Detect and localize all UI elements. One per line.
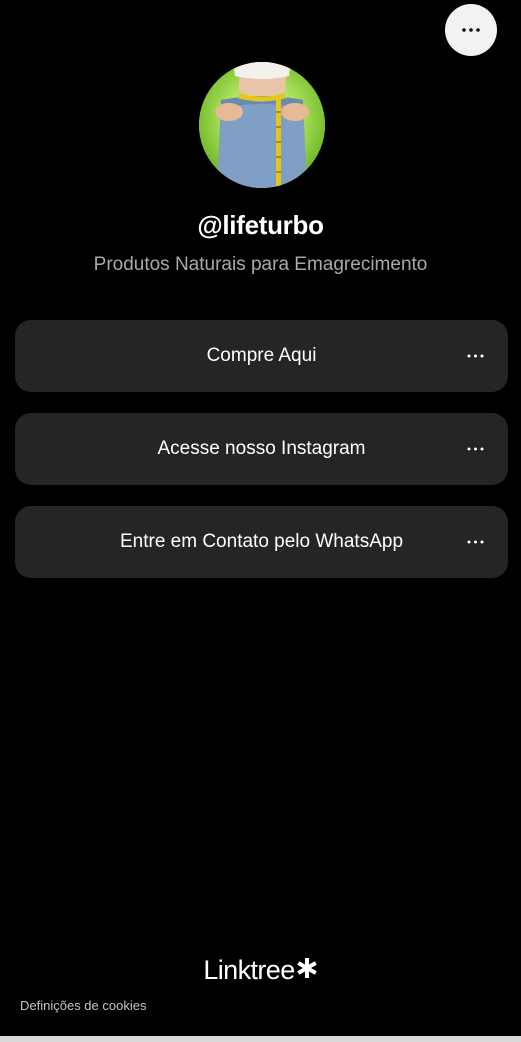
linktree-asterisk-icon	[296, 957, 317, 978]
ellipsis-icon	[462, 28, 480, 32]
logo-text: Linktree	[203, 955, 295, 985]
link-more-button[interactable]	[462, 529, 488, 555]
ellipsis-icon	[467, 354, 483, 358]
linktree-logo[interactable]: Linktree	[0, 955, 521, 986]
link-whatsapp[interactable]: Entre em Contato pelo WhatsApp	[15, 506, 508, 578]
link-instagram[interactable]: Acesse nosso Instagram	[15, 413, 508, 485]
profile-avatar	[199, 62, 325, 188]
ellipsis-icon	[467, 447, 483, 451]
ellipsis-icon	[467, 540, 483, 544]
profile-username: @lifeturbo	[197, 210, 324, 240]
cookie-settings-link[interactable]: Definições de cookies	[20, 998, 146, 1013]
link-label: Entre em Contato pelo WhatsApp	[119, 531, 404, 552]
share-menu-button[interactable]	[445, 4, 497, 56]
link-more-button[interactable]	[462, 436, 488, 462]
link-list: Compre Aqui Acesse nosso Instagram Entre…	[15, 320, 508, 599]
linktree-page: @lifeturbo Produtos Naturais para Emagre…	[0, 0, 521, 1042]
link-compre-aqui[interactable]: Compre Aqui	[15, 320, 508, 392]
profile-bio: Produtos Naturais para Emagrecimento	[93, 254, 428, 275]
bottom-divider	[0, 1036, 521, 1042]
link-label: Acesse nosso Instagram	[157, 438, 366, 459]
link-label: Compre Aqui	[206, 345, 317, 366]
link-more-button[interactable]	[462, 343, 488, 369]
